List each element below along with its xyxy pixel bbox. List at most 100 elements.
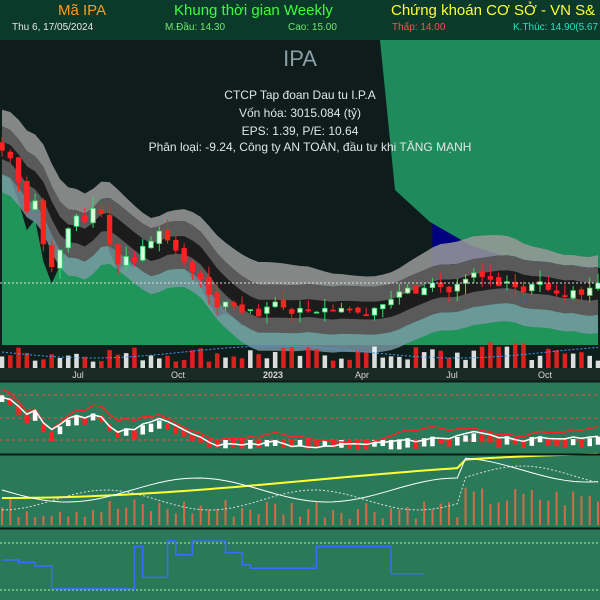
candle-body (446, 286, 452, 293)
candle-body (40, 200, 47, 245)
osc2-bar (83, 516, 86, 525)
osc1-bar (570, 438, 576, 446)
candle-body (173, 239, 179, 251)
candle-body (65, 228, 71, 249)
candle-body (570, 290, 576, 299)
osc2-bar (381, 518, 384, 525)
x-tick-label: 2023 (263, 370, 283, 380)
osc2-bar (406, 506, 409, 525)
osc2-bar (414, 518, 417, 525)
x-tick-label: Jul (446, 370, 458, 380)
osc2-bar (42, 515, 45, 525)
candle-body (487, 276, 494, 280)
osc2-bar (166, 508, 169, 525)
volume-bar (322, 355, 328, 368)
osc1-bar (479, 434, 485, 443)
osc2-bar (183, 501, 186, 525)
candle-body (338, 307, 345, 313)
osc1-bar (562, 440, 568, 448)
volume-bar (488, 342, 493, 368)
osc1-bar (496, 437, 501, 448)
osc2-bar (207, 509, 210, 525)
osc2-bar (133, 499, 136, 525)
osc2-bar (199, 505, 202, 525)
volume-bar (256, 354, 261, 368)
osc2-bar (232, 516, 235, 525)
osc1-bar (41, 424, 46, 433)
candle-body (388, 299, 394, 306)
volume-bar (330, 360, 336, 368)
volume-bar (405, 359, 410, 368)
volume-bar (24, 352, 30, 368)
classification: Phân loại: -9.24, Công ty AN TOÀN, đầu t… (148, 140, 472, 154)
market-cap: Vốn hóa: 3015.084 (tỷ) (238, 106, 362, 120)
volume-bar (57, 357, 63, 368)
osc2-bar (423, 501, 426, 525)
x-tick-label: Jul (72, 370, 84, 380)
candle-body (280, 300, 287, 308)
candle-body (471, 272, 477, 278)
candle-body (15, 157, 22, 183)
osc2-bar (390, 508, 393, 525)
candle-body (553, 290, 560, 294)
candle-body (115, 244, 121, 265)
osc1-bar (463, 435, 468, 442)
candle-body (181, 248, 187, 262)
chart-screen: Mã IPA Khung thời gian Weekly Chứng khoá… (0, 0, 600, 600)
osc2-bar (150, 511, 152, 525)
osc1-bar (579, 440, 584, 448)
candle-body (413, 285, 419, 294)
candle-body (148, 240, 154, 249)
candle-body (396, 291, 403, 298)
osc2-bar (439, 503, 442, 525)
osc1-bar (173, 426, 179, 435)
volume-bar (16, 347, 21, 368)
osc1-bar (446, 439, 452, 447)
osc2-bar (530, 489, 533, 525)
candle-body (48, 245, 55, 267)
osc2-bar (505, 500, 508, 525)
osc1-bar (355, 440, 361, 450)
osc2-bar (58, 511, 61, 525)
volume-bar (223, 357, 228, 368)
candle-body (57, 249, 63, 269)
volume-bar (595, 360, 600, 368)
osc2-bar (555, 491, 558, 525)
osc2-bar (497, 502, 500, 525)
volume-bar (363, 352, 369, 368)
osc2-bar (340, 512, 343, 525)
osc2-bar (265, 501, 268, 525)
volume-bar (347, 359, 352, 368)
volume-bar (504, 346, 510, 368)
osc1-bar (546, 438, 551, 446)
osc1-bar (595, 436, 600, 445)
candle-body (313, 311, 320, 314)
volume-bar (198, 348, 203, 368)
osc2-bar (191, 513, 194, 525)
candle-body (305, 309, 311, 312)
candle-body (363, 314, 369, 317)
osc2-bar (241, 508, 244, 525)
candle-body (255, 308, 262, 317)
volume-bar (107, 350, 112, 368)
osc1-bar (471, 433, 477, 442)
osc2-bar (464, 487, 467, 525)
osc2-bar (174, 513, 177, 525)
candle-body (545, 283, 552, 290)
osc2-bar (431, 509, 434, 525)
osc2-bar (597, 501, 599, 525)
volume-bar (297, 355, 303, 368)
ticker-watermark: IPA (283, 46, 317, 71)
volume-bar (190, 350, 195, 368)
volume-bar (388, 356, 394, 368)
volume-bar (173, 361, 179, 368)
volume-bar (587, 355, 592, 368)
volume-bar (248, 350, 253, 368)
volume-bar (90, 361, 96, 368)
volume-bar (306, 346, 311, 368)
osc1-bar (65, 419, 71, 427)
volume-bar (272, 351, 278, 368)
osc1-bar (0, 395, 5, 402)
osc2-bar (282, 514, 285, 525)
osc2-bar (323, 517, 326, 525)
